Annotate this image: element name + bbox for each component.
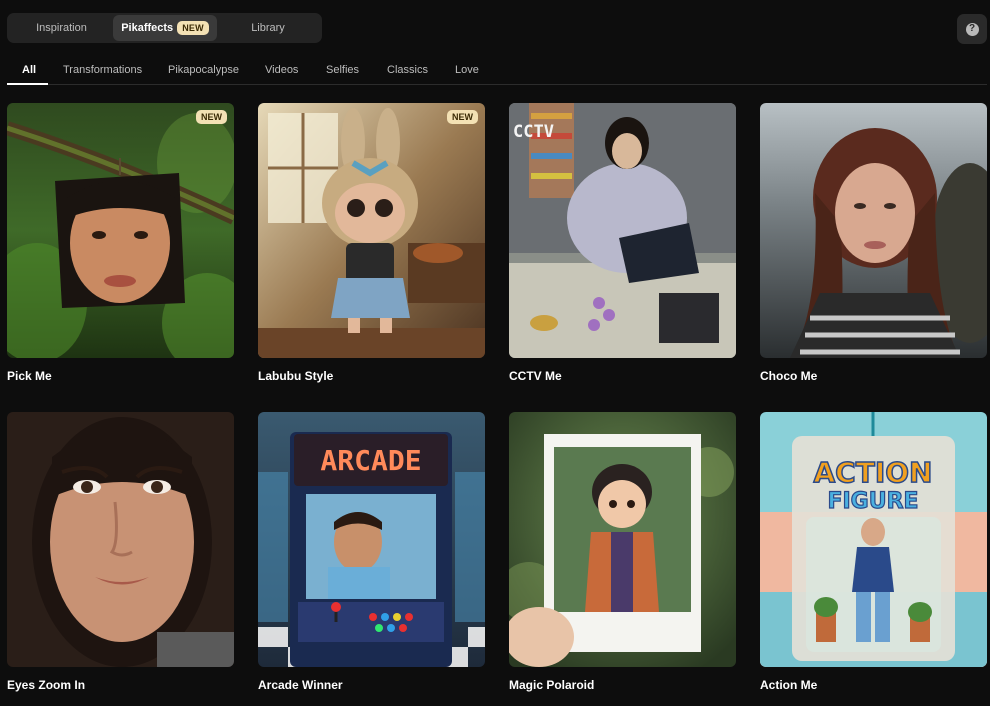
effect-card-labubu-style[interactable]: NEW Labubu Style	[258, 103, 485, 393]
security-camera-still-icon: CCTV	[509, 103, 736, 358]
hanging-portrait-jungle-icon	[7, 103, 234, 358]
new-badge: NEW	[177, 21, 209, 35]
effect-thumbnail: CCTV	[509, 103, 736, 358]
effect-card-title: Choco Me	[760, 369, 818, 383]
effect-thumbnail: NEW	[258, 103, 485, 358]
effect-thumbnail: ARCADE	[258, 412, 485, 667]
effect-card-choco-me[interactable]: Choco Me	[760, 103, 987, 393]
effect-card-title: Eyes Zoom In	[7, 678, 86, 692]
active-tab-indicator	[7, 83, 48, 85]
effect-card-title: CCTV Me	[509, 369, 562, 383]
effect-card-title: Arcade Winner	[258, 678, 343, 692]
effect-card-title: Action Me	[760, 678, 818, 692]
category-tab-videos[interactable]: Videos	[265, 64, 298, 76]
effect-card-title: Magic Polaroid	[509, 678, 595, 692]
tab-library[interactable]: Library	[217, 15, 319, 41]
tab-pikaffects-label: Pikaffects	[121, 22, 174, 34]
category-tab-pikapocalypse[interactable]: Pikapocalypse	[168, 64, 239, 76]
category-tab-transformations[interactable]: Transformations	[63, 64, 142, 76]
tab-library-label: Library	[251, 22, 285, 34]
help-button[interactable]: ?	[957, 14, 987, 44]
effect-card-title: Labubu Style	[258, 369, 334, 383]
category-tab-classics[interactable]: Classics	[387, 64, 428, 76]
plush-bunny-toy-icon	[258, 103, 485, 358]
effect-card-action-me[interactable]: ACTION FIGURE Action Me	[760, 412, 987, 702]
tab-inspiration-label: Inspiration	[36, 22, 87, 34]
cctv-overlay-text: CCTV	[513, 122, 554, 142]
effect-thumbnail: ACTION FIGURE	[760, 412, 987, 667]
effect-card-title: Pick Me	[7, 369, 52, 383]
category-tab-all[interactable]: All	[22, 64, 36, 76]
arcade-marquee-text: ARCADE	[320, 444, 421, 477]
effect-thumbnail	[509, 412, 736, 667]
category-tab-selfies[interactable]: Selfies	[326, 64, 359, 76]
help-icon: ?	[965, 22, 979, 36]
effect-card-pick-me[interactable]: NEW Pick Me	[7, 103, 234, 393]
arcade-cabinet-icon: ARCADE	[258, 412, 485, 667]
top-tab-group: Inspiration Pikaffects NEW Library	[7, 13, 322, 43]
tab-pikaffects[interactable]: Pikaffects NEW	[113, 15, 217, 41]
effect-thumbnail	[7, 412, 234, 667]
effect-thumbnail: NEW	[7, 103, 234, 358]
category-tab-love[interactable]: Love	[455, 64, 479, 76]
new-badge: NEW	[447, 110, 478, 124]
effect-card-arcade-winner[interactable]: ARCADE Arcade Winner	[258, 412, 485, 702]
tab-inspiration[interactable]: Inspiration	[10, 15, 113, 41]
polaroid-photo-icon	[509, 412, 736, 667]
effect-card-eyes-zoom-in[interactable]: Eyes Zoom In	[7, 412, 234, 702]
woman-closeup-portrait-icon	[7, 412, 234, 667]
woman-portrait-seaside-icon	[760, 103, 987, 358]
figure-overlay-text: FIGURE	[827, 489, 918, 514]
effect-card-cctv-me[interactable]: CCTV CCTV Me	[509, 103, 736, 393]
new-badge: NEW	[196, 110, 227, 124]
category-tab-bar: All Transformations Pikapocalypse Videos…	[7, 60, 987, 85]
effect-thumbnail	[760, 103, 987, 358]
effect-card-magic-polaroid[interactable]: Magic Polaroid	[509, 412, 736, 702]
action-overlay-text: ACTION	[814, 456, 933, 489]
action-figure-package-icon: ACTION FIGURE	[760, 412, 987, 667]
